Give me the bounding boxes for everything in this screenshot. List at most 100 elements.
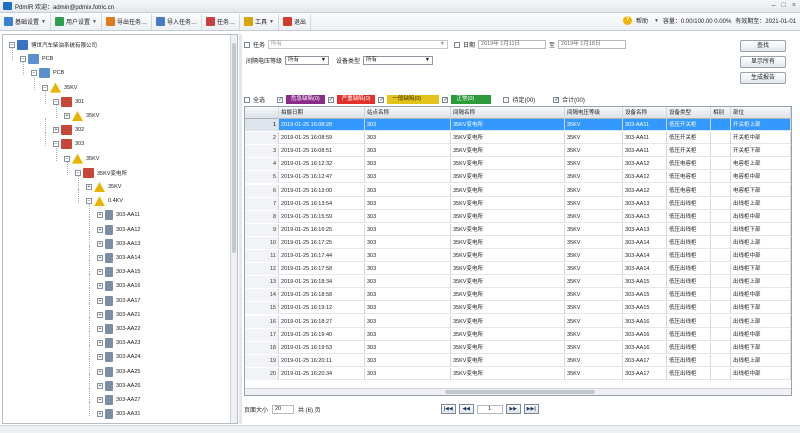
minimize-button[interactable]: – [772,2,776,9]
normal-badge[interactable]: 正常(0) [451,95,492,104]
table-row[interactable]: 18 2019-01-25 16:19:53 303 35KV变电所 35KV 303-A… [245,341,791,354]
tree-node[interactable]: +303-AA21 [97,309,140,321]
table-row[interactable]: 12 2019-01-25 16:17:58 303 35KV变电所 35KV 303-A… [245,263,791,276]
task-select[interactable]: 所有 ▼ [268,40,449,49]
table-row[interactable]: 7 2019-01-25 16:13:54 303 35KV变电所 35KV 303-AA… [245,197,791,210]
panel-splitter[interactable] [239,34,242,424]
tree-node[interactable]: +303-AA14 [97,252,140,264]
help-icon[interactable]: ? [622,16,632,25]
tree-node[interactable]: − 35KV变电所 [75,167,127,179]
table-row[interactable]: 13 2019-01-25 16:18:34 303 35KV变电所 35KV 303-A… [245,276,791,289]
collapse-icon[interactable]: − [31,70,37,77]
tree-vertical-scrollbar[interactable] [230,35,237,423]
tree-node[interactable]: +303-AA12 [97,224,140,236]
tree-node[interactable]: +303-AA31 [97,408,140,420]
critical-defect-badge[interactable]: 危急缺陷(0) [286,95,325,104]
normal-checkbox[interactable] [442,96,449,103]
table-horizontal-scrollbar[interactable] [245,388,791,395]
critical-checkbox[interactable] [277,96,284,103]
previous-page-button[interactable]: ◀◀ [458,404,474,414]
expand-icon[interactable]: + [97,411,103,418]
table-row[interactable]: 19 2019-01-25 16:20:11 303 35KV变电所 35KV 303-A… [245,354,791,367]
tree-node[interactable]: +303-AA25 [97,366,140,378]
generate-report-button[interactable]: 生成报告 [740,72,786,84]
table-row[interactable]: 8 2019-01-25 16:15:59 303 35KV变电所 35KV 303-AA… [245,210,791,223]
tree-node[interactable]: +35KV [86,181,121,193]
table-row[interactable]: 17 2019-01-25 16:19:40 303 35KV变电所 35KV 303-A… [245,328,791,341]
first-page-button[interactable]: |◀◀ [440,404,456,414]
collapse-icon[interactable]: − [64,155,70,162]
device-type-select[interactable]: 所有 ▼ [363,56,434,65]
collapse-icon[interactable]: − [9,42,15,48]
expand-icon[interactable]: + [97,297,103,304]
pending-checkbox[interactable] [503,96,510,103]
general-defect-badge[interactable]: 一般缺陷(0) [387,95,440,104]
menu-user-settings[interactable]: 用户设置 ▼ [51,13,102,30]
table-row[interactable]: 4 2019-01-25 16:12:32 303 35KV变电所 35KV 303-AA… [245,158,791,171]
tree-node[interactable]: +303-AA24 [97,351,140,363]
column-header[interactable] [245,107,279,119]
serious-defect-badge[interactable]: 严重缺陷(0) [336,95,376,104]
tree-node[interactable]: − 博世汽车柴油系统有限公司 [9,39,97,51]
column-header[interactable]: 相别 [711,107,731,119]
table-row[interactable]: 9 2019-01-25 16:16:25 303 35KV变电所 35KV 303-AA… [245,223,791,236]
tree-node[interactable]: +303-AA22 [97,323,140,335]
menu-basic-settings[interactable]: 基础设置 ▼ [0,13,51,30]
tree-node[interactable]: +303-AA17 [97,295,140,307]
table-row[interactable]: 15 2019-01-25 16:19:12 303 35KV变电所 35KV 303-A… [245,302,791,315]
expand-icon[interactable]: + [64,113,70,119]
collapse-icon[interactable]: − [42,84,48,91]
table-row[interactable]: 1 2019-01-25 16:08:28 303 35KV变电所 35KV 303-AA… [245,119,791,131]
find-button[interactable]: 查找 [740,40,786,52]
collapse-icon[interactable]: − [20,56,26,63]
expand-icon[interactable]: + [97,397,103,403]
menu-tools[interactable]: 工具 ▼ [240,13,279,30]
total-checkbox[interactable] [553,96,560,103]
expand-icon[interactable]: + [97,226,103,233]
table-row[interactable]: 6 2019-01-25 16:13:00 303 35KV变电所 35KV 303-AA… [245,184,791,197]
expand-icon[interactable]: + [97,212,103,219]
column-header[interactable]: 设备类型 [667,107,711,119]
tree-node[interactable]: − 35KV [42,82,77,94]
collapse-icon[interactable]: − [86,198,92,205]
expand-icon[interactable]: + [97,382,103,389]
tree-node[interactable]: − PCB [31,67,64,79]
show-all-button[interactable]: 显示所有 [740,56,786,68]
table-row[interactable]: 16 2019-01-25 16:18:27 303 35KV变电所 35KV 303-A… [245,315,791,328]
table-row[interactable]: 5 2019-01-25 16:12:47 303 35KV变电所 35KV 303-AA… [245,171,791,184]
tree-node[interactable]: +303-AA26 [97,380,140,392]
tree-node[interactable]: − 35KV [64,153,99,165]
expand-icon[interactable]: + [97,368,103,375]
column-header[interactable]: 间隔电压等级 [565,107,623,119]
tree-node[interactable]: +303-AA23 [97,337,140,349]
table-row[interactable]: 14 2019-01-25 16:18:58 303 35KV变电所 35KV 303-A… [245,289,791,302]
close-button[interactable]: × [792,2,796,9]
maximize-button[interactable]: □ [782,2,786,9]
table-row[interactable]: 2 2019-01-25 16:08:59 303 35KV变电所 35KV 303-AA… [245,132,791,145]
menu-exit[interactable]: 退出 [279,13,311,30]
column-header[interactable]: 部位 [731,107,791,119]
collapse-icon[interactable]: − [75,169,81,176]
general-checkbox[interactable] [378,96,385,103]
menu-export-task[interactable]: 导出任务… [102,13,152,30]
expand-icon[interactable]: + [53,127,59,134]
collapse-icon[interactable]: − [53,141,59,148]
tree-node[interactable]: +303-AA15 [97,266,140,278]
expand-icon[interactable]: + [97,269,103,276]
date-to-input[interactable]: 2019年 1月18日 [558,40,627,49]
table-row[interactable]: 3 2019-01-25 16:08:51 303 35KV变电所 35KV 303-AA… [245,145,791,158]
voltage-select[interactable]: 所有 ▼ [285,56,330,65]
table-row[interactable]: 20 2019-01-25 16:20:34 303 35KV变电所 35KV 303-A… [245,367,791,380]
date-checkbox[interactable] [454,41,460,48]
current-page-input[interactable]: 1 [476,404,503,414]
tree-node[interactable]: +302 [53,124,84,136]
help-menu[interactable]: 帮助 [636,16,648,25]
expand-icon[interactable]: + [97,340,103,347]
tree-node[interactable]: − 301 [53,96,84,108]
collapse-icon[interactable]: − [53,98,59,105]
tree-node[interactable]: − PCB [20,53,53,65]
table-row[interactable]: 10 2019-01-25 16:17:25 303 35KV变电所 35KV 303-A… [245,236,791,249]
tree-node[interactable]: +303-AA13 [97,238,140,250]
expand-icon[interactable]: + [97,240,103,247]
column-header[interactable]: 站点名称 [365,107,451,119]
